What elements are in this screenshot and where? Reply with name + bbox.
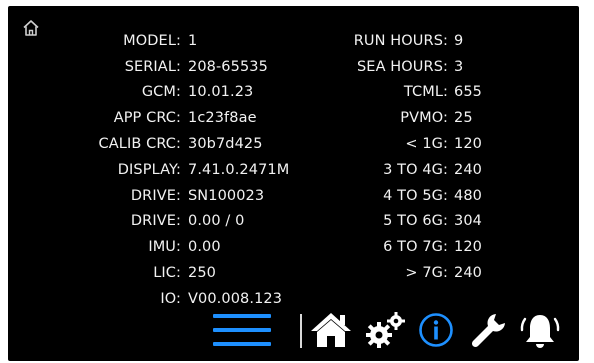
info-row-5-to-6g: 5 TO 6G: 304 [308, 209, 482, 235]
device-screen: MODEL: 1 SERIAL: 208-65535 GCM: 10.01.23… [8, 6, 579, 361]
info-icon[interactable] [418, 312, 454, 348]
home-icon[interactable] [308, 310, 354, 350]
info-row-sea-hours: SEA HOURS: 3 [308, 54, 482, 80]
info-value: 240 [454, 265, 482, 282]
info-label: DRIVE: [130, 213, 181, 230]
nav-divider [300, 314, 302, 348]
info-value: 7.41.0.2471M [188, 161, 290, 178]
info-label: < 1G: [405, 136, 448, 153]
info-label: IMU: [148, 239, 181, 256]
info-value: 120 [454, 136, 482, 153]
info-row-serial: SERIAL: 208-65535 [8, 54, 289, 80]
info-label: 4 TO 5G: [383, 187, 448, 204]
info-row-drive-serial: DRIVE: SN100023 [8, 183, 289, 209]
system-info-right-column: RUN HOURS: 9 SEA HOURS: 3 TCML: 655 PVMO… [308, 28, 482, 286]
info-label: MODEL: [123, 32, 181, 49]
info-value: 10.01.23 [188, 84, 254, 101]
info-value: SN100023 [188, 187, 265, 204]
info-value: 9 [454, 32, 464, 49]
info-label: GCM: [141, 84, 181, 101]
wrench-icon[interactable] [468, 310, 508, 350]
info-value: V00.008.123 [188, 290, 283, 307]
info-row-lic: LIC: 250 [8, 260, 289, 286]
info-row-under-1g: < 1G: 120 [308, 131, 482, 157]
info-row-4-to-5g: 4 TO 5G: 480 [308, 183, 482, 209]
info-value: 0.00 [188, 239, 221, 256]
info-row-3-to-4g: 3 TO 4G: 240 [308, 157, 482, 183]
info-label: 5 TO 6G: [383, 213, 448, 230]
info-row-drive-status: DRIVE: 0.00 / 0 [8, 209, 289, 235]
info-label: LIC: [153, 265, 181, 282]
info-value: 208-65535 [188, 58, 268, 75]
info-row-6-to-7g: 6 TO 7G: 120 [308, 234, 482, 260]
info-row-imu: IMU: 0.00 [8, 234, 289, 260]
info-value: 0.00 / 0 [188, 213, 245, 230]
info-value: 480 [454, 187, 482, 204]
info-value: 1c23f8ae [188, 110, 257, 127]
menu-bar [213, 328, 271, 332]
info-label: APP CRC: [113, 110, 181, 127]
info-row-over-7g: > 7G: 240 [308, 260, 482, 286]
info-value: 304 [454, 213, 482, 230]
info-label: DISPLAY: [117, 161, 181, 178]
info-label: TCML: [403, 84, 448, 101]
info-label: CALIB CRC: [98, 136, 181, 153]
info-label: SERIAL: [124, 58, 181, 75]
hamburger-menu-icon[interactable] [213, 310, 271, 350]
system-info-left-column: MODEL: 1 SERIAL: 208-65535 GCM: 10.01.23… [8, 28, 290, 312]
info-label: 6 TO 7G: [383, 239, 448, 256]
info-label: IO: [160, 290, 181, 307]
info-value: 250 [188, 265, 216, 282]
info-value: 1 [188, 32, 198, 49]
info-label: > 7G: [405, 265, 448, 282]
menu-bar [213, 342, 271, 346]
info-value: 655 [454, 84, 482, 101]
info-row-display: DISPLAY: 7.41.0.2471M [8, 157, 289, 183]
info-label: 3 TO 4G: [383, 161, 448, 178]
info-value: 3 [454, 58, 464, 75]
info-label: DRIVE: [130, 187, 181, 204]
info-label: PVMO: [400, 110, 448, 127]
gears-icon[interactable] [364, 310, 408, 350]
alarm-bell-icon[interactable] [518, 310, 562, 350]
info-value: 120 [454, 239, 482, 256]
info-row-tcml: TCML: 655 [308, 80, 482, 106]
info-value: 25 [454, 110, 473, 127]
info-value: 30b7d425 [188, 136, 263, 153]
info-row-gcm: GCM: 10.01.23 [8, 80, 289, 106]
info-row-calib-crc: CALIB CRC: 30b7d425 [8, 131, 289, 157]
info-row-app-crc: APP CRC: 1c23f8ae [8, 105, 289, 131]
info-row-model: MODEL: 1 [8, 28, 289, 54]
info-label: RUN HOURS: [353, 32, 448, 49]
info-row-pvmo: PVMO: 25 [308, 105, 482, 131]
info-label: SEA HOURS: [357, 58, 448, 75]
info-value: 240 [454, 161, 482, 178]
info-row-io: IO: V00.008.123 [8, 286, 289, 312]
info-row-run-hours: RUN HOURS: 9 [308, 28, 482, 54]
bottom-nav-bar [8, 310, 579, 354]
menu-bar [213, 314, 271, 318]
